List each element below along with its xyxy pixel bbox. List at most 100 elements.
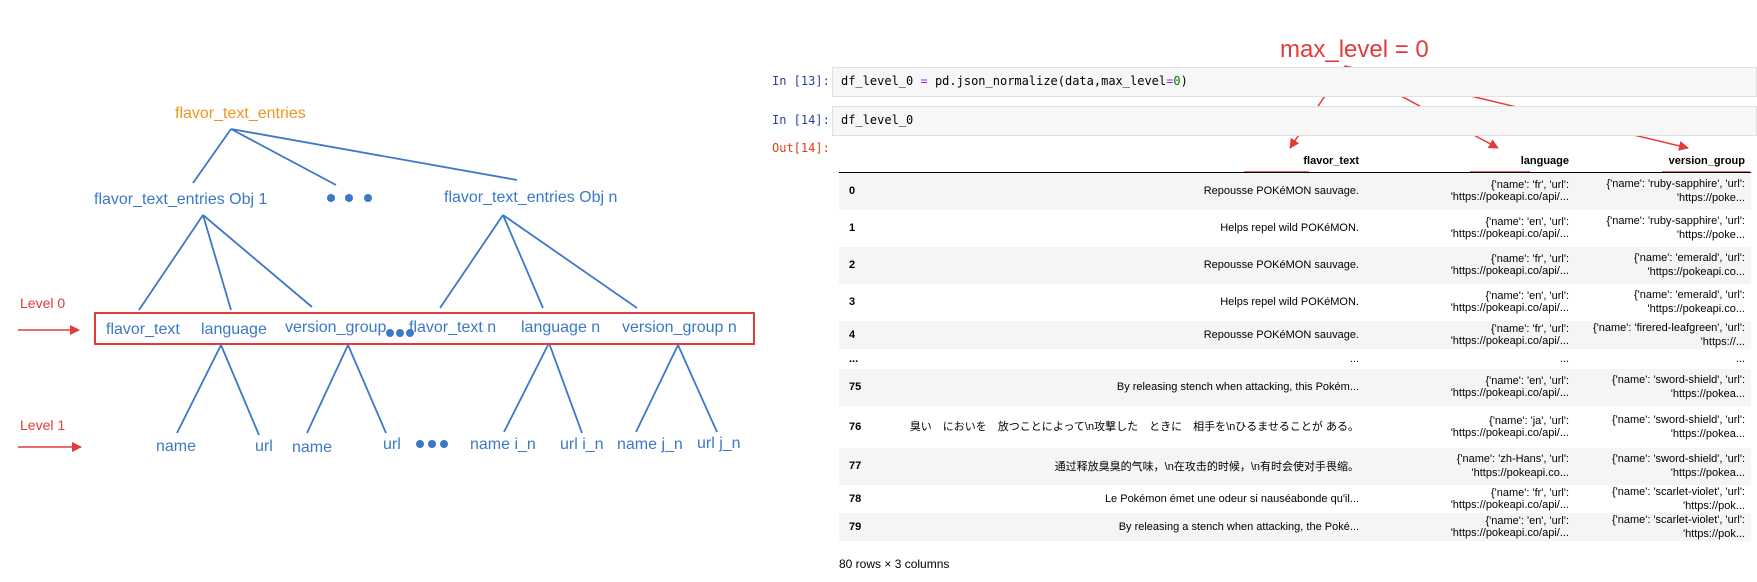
table-cell: {'name': 'fr', 'url': 'https://pokeapi.c…	[1450, 253, 1569, 277]
level1-label: Level 1	[20, 417, 65, 433]
level0-key-flavor-text: flavor_text	[106, 321, 180, 338]
column-header: flavor_text	[879, 150, 1365, 173]
level0-label: Level 0	[20, 295, 65, 311]
object-1-label: flavor_text_entries Obj 1	[94, 191, 268, 208]
row-index: 0	[849, 185, 856, 198]
table-cell: {'name': 'emerald', 'url': 'https://poke…	[1633, 252, 1745, 278]
row-index: 75	[849, 381, 862, 393]
table-cell: {'name': 'firered-leafgreen', 'url': 'ht…	[1592, 321, 1745, 348]
level1-key-name: name	[156, 438, 196, 455]
object-n-label: flavor_text_entries Obj n	[444, 189, 617, 206]
table-header-row: flavor_text language version_group	[839, 150, 1751, 173]
edge-language-name	[176, 344, 222, 434]
row-index: 1	[849, 222, 856, 234]
table-cell: ...	[1559, 352, 1569, 365]
table-body: 0 Repousse POKéMON sauvage. {'name': 'fr',…	[839, 172, 1751, 541]
edge-versionn-name	[635, 344, 679, 433]
level1-key-name-i-n: name i_n	[470, 436, 536, 453]
edge-obj1-flavor	[138, 214, 204, 311]
level1-key-url-j-n: url j_n	[697, 435, 741, 452]
table-cell: {'name': 'sword-shield', 'url': 'https:/…	[1611, 453, 1745, 479]
table-row: 79 By releasing a stench when attacking, …	[839, 512, 1751, 541]
level0-key-language-n: language n	[521, 319, 600, 336]
row-index: 77	[849, 460, 862, 472]
edge-root-obj1	[192, 128, 232, 184]
table-row: 3 Helps repel wild POKéMON. {'name': 'en',…	[839, 284, 1751, 321]
edge-objn-flavor	[439, 214, 504, 309]
cell14-prompt: In [14]:	[772, 113, 830, 127]
table-cell: Repousse POKéMON sauvage.	[1203, 259, 1359, 271]
table-cell: {'name': 'en', 'url': 'https://pokeapi.c…	[1450, 514, 1569, 539]
table-cell: {'name': 'ja', 'url': 'https://pokeapi.c…	[1450, 414, 1569, 439]
code-token: pd.json_normalize(data,max_level	[927, 74, 1167, 88]
table-cell: Helps repel wild POKéMON.	[1220, 222, 1359, 234]
code-number: 0	[1173, 74, 1181, 88]
table-cell: {'name': 'fr', 'url': 'https://pokeapi.c…	[1450, 486, 1569, 511]
out14-prompt: Out[14]:	[772, 141, 830, 155]
table-cell: Le Pokémon émet une odeur si nauséabonde…	[1104, 492, 1359, 505]
table-cell: {'name': 'en', 'url': 'https://pokeapi.c…	[1450, 375, 1569, 399]
table-cell: 臭い においを 放つことによって\n攻撃した ときに 相手を\nひるませることが…	[909, 420, 1359, 433]
edge-version-url	[347, 344, 387, 434]
table-row: 2 Repousse POKéMON sauvage. {'name': 'fr',…	[839, 246, 1751, 284]
table-cell: Helps repel wild POKéMON.	[1220, 296, 1359, 308]
dataframe-table: flavor_text language version_group 0 Repo…	[839, 150, 1751, 541]
level1-key-name-j-n: name j_n	[617, 436, 683, 453]
column-header: language	[1365, 150, 1575, 173]
row-index: 2	[849, 259, 856, 271]
table-cell: {'name': 'sword-shield', 'url': 'https:/…	[1611, 374, 1745, 400]
table-cell: By releasing stench when attacking, this…	[1116, 381, 1359, 393]
table-cell: {'name': 'scarlet-violet', 'url': 'https…	[1611, 485, 1745, 512]
table-cell: Repousse POKéMON sauvage.	[1203, 185, 1359, 198]
level0-key-flavor-text-n: flavor_text n	[409, 319, 496, 336]
code-token: )	[1180, 74, 1188, 88]
edge-obj1-language	[202, 214, 232, 311]
level0-key-version-group: version_group	[285, 319, 387, 336]
table-cell: 通过释放臭臭的气味，\n在攻击的时候，\n有时会使对手畏缩。	[1054, 461, 1359, 473]
table-row: 76 臭い においを 放つことによって\n攻撃した ときに 相手を\nひるませるこ…	[839, 406, 1751, 448]
edge-language-url	[220, 344, 260, 436]
edge-languagen-name	[503, 342, 550, 433]
table-cell: {'name': 'fr', 'url': 'https://pokeapi.c…	[1450, 179, 1569, 204]
table-cell: ...	[1735, 352, 1745, 365]
table-cell: Repousse POKéMON sauvage.	[1203, 328, 1359, 341]
edge-root-dots	[230, 128, 337, 186]
cell14-code[interactable]: df_level_0	[832, 106, 1757, 136]
max-level-annotation: max_level = 0	[1280, 36, 1429, 63]
edge-obj1-version	[202, 214, 313, 308]
row-index: 3	[849, 296, 856, 308]
table-row: 1 Helps repel wild POKéMON. {'name': 'en',…	[839, 210, 1751, 247]
row-index: ...	[849, 352, 859, 365]
table-row: 4 Repousse POKéMON sauvage. {'name': 'fr',…	[839, 320, 1751, 349]
table-cell: ...	[1349, 352, 1359, 365]
level0-key-version-group-n: version_group n	[622, 319, 737, 336]
table-row: 78 Le Pokémon émet une odeur si nauséabon…	[839, 485, 1751, 513]
level0-key-language: language	[201, 321, 267, 338]
row-count: 80 rows × 3 columns	[839, 557, 950, 571]
level1-key-url: url	[383, 436, 401, 453]
row-index: 79	[849, 520, 862, 533]
level1-key-name: name	[292, 439, 332, 456]
cell13-prompt: In [13]:	[772, 74, 830, 88]
table-cell: {'name': 'en', 'url': 'https://pokeapi.c…	[1450, 290, 1569, 314]
row-index: 4	[849, 328, 856, 341]
level1-key-url-i-n: url i_n	[560, 436, 604, 453]
level1-key-url: url	[255, 438, 273, 455]
table-cell: {'name': 'ruby-sapphire', 'url': 'https:…	[1606, 178, 1745, 205]
root-node-label: flavor_text_entries	[175, 105, 306, 122]
edge-root-objn	[230, 128, 518, 181]
table-cell: {'name': 'sword-shield', 'url': 'https:/…	[1611, 413, 1745, 440]
tree-edges	[138, 128, 718, 436]
row-index: 76	[849, 420, 862, 433]
table-cell: By releasing a stench when attacking, th…	[1118, 520, 1359, 533]
cell13-code[interactable]: df_level_0 = pd.json_normalize(data,max_…	[832, 67, 1757, 97]
code-token: df_level_0	[841, 74, 921, 88]
edge-languagen-url	[548, 342, 583, 434]
table-row: 75 By releasing stench when attacking, th…	[839, 368, 1751, 406]
table-row: 77 通过释放臭臭的气味，\n在攻击的时候，\n有时会使对手畏缩。 {'name':…	[839, 447, 1751, 485]
edge-versionn-url	[677, 344, 718, 433]
table-cell: {'name': 'en', 'url': 'https://pokeapi.c…	[1450, 216, 1569, 240]
row-index: 78	[849, 492, 862, 505]
code-operator: =	[920, 74, 928, 88]
table-cell: {'name': 'zh-Hans', 'url': 'https://poke…	[1456, 453, 1569, 479]
